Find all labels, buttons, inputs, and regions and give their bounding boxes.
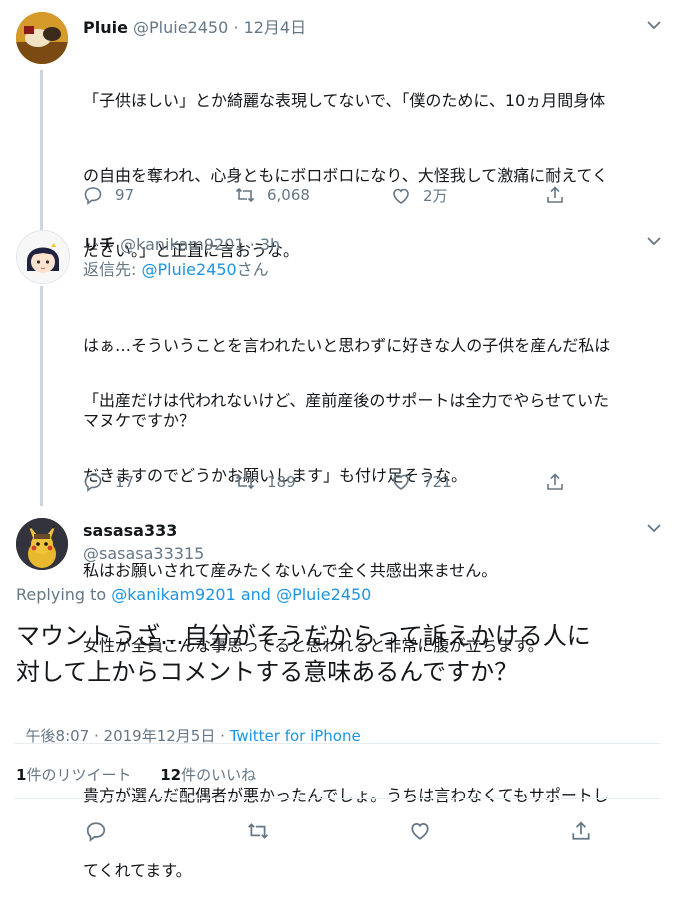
replying-to-label: Replying to xyxy=(16,585,107,604)
like-stat[interactable]: 12件のいいね xyxy=(160,766,256,784)
tweet2-reply-context: 返信先: @Pluie2450さん xyxy=(83,256,269,280)
tweet2-dot: · xyxy=(249,235,255,254)
reply-icon xyxy=(84,474,102,492)
tweet2-like-button[interactable]: 721 xyxy=(391,472,452,492)
retweet-stat[interactable]: 1件のリツイート xyxy=(16,766,131,784)
reply-user-link[interactable]: @kanikam9201 xyxy=(111,585,235,604)
tweet2-retweet-button[interactable]: 189 xyxy=(235,472,296,492)
tweet2-handle[interactable]: @kanikam9201 xyxy=(120,235,244,254)
reply-icon xyxy=(84,187,102,205)
retweet-icon xyxy=(235,474,255,490)
tweet3-handle[interactable]: @sasasa33315 xyxy=(83,544,204,563)
like-icon xyxy=(411,822,429,840)
tweet2-time[interactable]: 3h xyxy=(260,235,280,254)
tweet2-reply-button[interactable]: 17 xyxy=(83,472,134,492)
like-stat-count: 12 xyxy=(160,766,182,784)
tweet1-name[interactable]: Pluie xyxy=(83,18,128,37)
like-icon xyxy=(393,188,409,204)
retweet-stat-label: 件のリツイート xyxy=(26,766,132,784)
tweet1-reply-button[interactable]: 97 xyxy=(83,185,134,205)
tweet3-reply-button[interactable] xyxy=(85,820,119,842)
tweet3-stats: 1件のリツイート 12件のいいね xyxy=(16,764,256,785)
tweet1-like-count: 2万 xyxy=(423,187,448,205)
tweet3-share-button[interactable] xyxy=(570,820,604,842)
tweet1-retweet-button[interactable]: 6,068 xyxy=(235,185,310,205)
chevron-down-icon[interactable] xyxy=(647,523,661,533)
share-icon xyxy=(547,473,563,490)
thread-line-2 xyxy=(40,286,43,506)
tweet1-retweet-count: 6,068 xyxy=(267,186,310,204)
reply-user-link[interactable]: @Pluie2450 xyxy=(276,585,371,604)
tweet2-line: てくれてます。 xyxy=(83,861,192,880)
reply-icon xyxy=(86,822,106,842)
tweet2-share-button[interactable] xyxy=(545,472,577,492)
reply-prefix: 返信先: xyxy=(83,260,142,279)
tweet2-retweet-count: 189 xyxy=(267,473,296,491)
chevron-down-icon[interactable] xyxy=(647,20,661,30)
tweet3-text: マウントうざ…自分がそうだからって訴えかける人に 対して上からコメントする意味あ… xyxy=(16,618,591,690)
tweet2-line: マヌケですか？ xyxy=(83,411,196,430)
avatar-richi[interactable] xyxy=(16,230,70,284)
tweet3-retweet-button[interactable] xyxy=(247,820,281,842)
reply-suffix: さん xyxy=(236,260,269,279)
tweet2-name[interactable]: リチ xyxy=(83,235,115,254)
tweet2-reply-count: 17 xyxy=(115,473,135,491)
divider-bottom xyxy=(14,798,660,799)
tweet3-like-button[interactable] xyxy=(409,820,443,842)
like-stat-label: 件のいいね xyxy=(181,766,257,784)
avatar-richi-image xyxy=(17,231,69,283)
tweet1-handle[interactable]: @Pluie2450 xyxy=(133,18,228,37)
avatar-sasasa[interactable] xyxy=(16,518,68,570)
like-icon xyxy=(393,474,409,490)
retweet-icon xyxy=(248,823,268,839)
share-icon xyxy=(547,186,563,203)
tweet1-reply-count: 97 xyxy=(115,186,135,204)
tweet1-line: 「子供ほしい」とか綺麗な表現してないで、「僕のために、10ヵ月間身体 xyxy=(83,91,606,110)
thread-line-1 xyxy=(40,70,43,230)
tweet3-name[interactable]: sasasa333 xyxy=(83,521,177,540)
chevron-down-icon[interactable] xyxy=(647,236,661,246)
avatar-pluie-image xyxy=(16,12,68,64)
tweet1-date[interactable]: 12月4日 xyxy=(244,18,307,37)
share-icon xyxy=(572,821,590,840)
tweet1-share-button[interactable] xyxy=(545,185,577,205)
avatar-pluie[interactable] xyxy=(16,12,68,64)
reply-and: and xyxy=(240,585,271,604)
tweet2-header: リチ @kanikam9201 · 3h xyxy=(83,231,280,255)
avatar-sasasa-image xyxy=(16,518,68,570)
tweet3-line: マウントうざ…自分がそうだからって訴えかける人に xyxy=(16,622,591,650)
tweet2-like-count: 721 xyxy=(423,473,452,491)
tweet2-line: はぁ…そういうことを言われたいと思わずに好きな人の子供を産んだ私は xyxy=(83,336,611,355)
tweet3-meta: 午後8:07 · 2019年12月5日 · Twitter for iPhone xyxy=(16,707,361,746)
tweet3-replying-to: Replying to @kanikam9201 and @Pluie2450 xyxy=(16,585,371,604)
tweet2-line: 貴方が選んだ配偶者が悪かったんでしょ。うちは言わなくてもサポートし xyxy=(83,786,609,805)
tweet1-header: Pluie @Pluie2450 · 12月4日 xyxy=(83,14,306,38)
tweet3-line: 対して上からコメントする意味あるんですか？ xyxy=(16,658,519,686)
retweet-icon xyxy=(235,187,255,203)
reply-to-link[interactable]: @Pluie2450 xyxy=(141,260,236,279)
tweet1-dot: · xyxy=(233,18,239,37)
retweet-stat-count: 1 xyxy=(16,766,27,784)
tweet1-like-button[interactable]: 2万 xyxy=(391,185,448,206)
divider-top xyxy=(14,743,660,744)
